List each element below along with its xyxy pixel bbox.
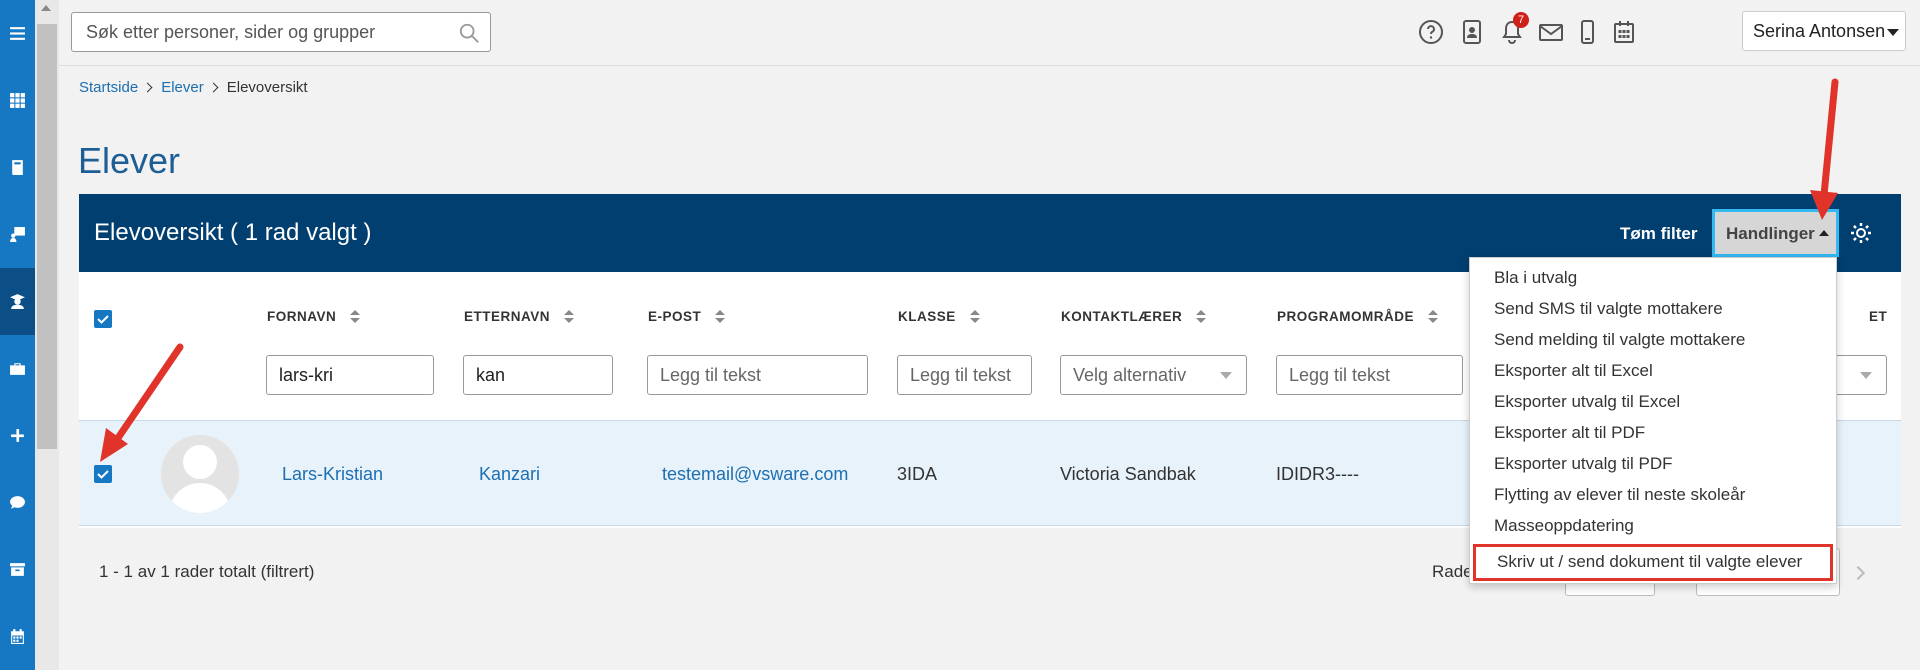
scroll-up-arrow-icon[interactable] xyxy=(41,5,51,11)
contacts-book-icon[interactable] xyxy=(1457,17,1487,47)
apps-grid-icon[interactable] xyxy=(0,67,35,134)
filter-programomrade-input[interactable] xyxy=(1276,355,1463,395)
chevron-right-icon[interactable] xyxy=(1850,565,1866,581)
breadcrumb: Startside Elever Elevoversikt xyxy=(79,79,308,96)
column-header-kontaktlaerer[interactable]: KONTAKTLÆRER xyxy=(1061,309,1207,324)
column-header-klasse[interactable]: KLASSE xyxy=(898,309,980,324)
breadcrumb-separator-icon xyxy=(208,82,219,93)
menu-item-skriv-ut-send-dokument[interactable]: Skriv ut / send dokument til valgte elev… xyxy=(1473,544,1833,581)
actions-dropdown-button[interactable]: Handlinger xyxy=(1712,209,1839,257)
calendar-icon[interactable] xyxy=(1609,17,1639,47)
breadcrumb-link-elever[interactable]: Elever xyxy=(161,79,204,96)
notification-count-badge: 7 xyxy=(1513,12,1529,28)
menu-item-send-melding[interactable]: Send melding til valgte mottakere xyxy=(1470,327,1836,358)
archive-icon[interactable] xyxy=(0,536,35,603)
checkmark-icon xyxy=(97,470,109,479)
sort-icon xyxy=(969,309,980,324)
sort-icon xyxy=(564,309,575,324)
actions-label: Handlinger xyxy=(1726,224,1815,243)
cell-programomrade: IDIDR3---- xyxy=(1276,464,1359,484)
panel-title: Elevoversikt ( 1 rad valgt ) xyxy=(94,219,372,246)
menu-item-flytting-av-elever[interactable]: Flytting av elever til neste skoleår xyxy=(1470,482,1836,513)
menu-item-masseoppdatering[interactable]: Masseoppdatering xyxy=(1470,513,1836,544)
menu-item-eksporter-alt-pdf[interactable]: Eksporter alt til PDF xyxy=(1470,420,1836,451)
column-header-partial[interactable]: ET xyxy=(1869,309,1887,324)
column-header-fornavn[interactable]: FORNAVN xyxy=(267,309,361,324)
chevron-down-icon xyxy=(1887,29,1899,36)
column-header-epost[interactable]: E-POST xyxy=(648,309,726,324)
left-sidebar xyxy=(0,0,35,670)
student-icon[interactable] xyxy=(0,268,35,335)
calendar-icon[interactable] xyxy=(0,603,35,670)
page-title: Elever xyxy=(78,140,181,181)
filter-epost-input[interactable] xyxy=(647,355,868,395)
pagination-info: 1 - 1 av 1 rader totalt (filtrert) xyxy=(99,562,315,581)
search-input[interactable] xyxy=(72,13,442,51)
chevron-down-icon xyxy=(1220,372,1232,379)
chat-icon[interactable] xyxy=(0,469,35,536)
search-icon[interactable] xyxy=(458,22,480,44)
chevron-down-icon xyxy=(1860,372,1872,379)
menu-item-bla-i-utvalg[interactable]: Bla i utvalg xyxy=(1470,265,1836,296)
sort-icon xyxy=(715,309,726,324)
sort-icon xyxy=(1196,309,1207,324)
column-header-etternavn[interactable]: ETTERNAVN xyxy=(464,309,575,324)
column-header-programomrade[interactable]: PROGRAMOMRÅDE xyxy=(1277,309,1438,324)
cell-kontaktlaerer: Victoria Sandbak xyxy=(1060,464,1196,484)
menu-item-eksporter-alt-excel[interactable]: Eksporter alt til Excel xyxy=(1470,358,1836,389)
global-search xyxy=(71,12,491,52)
cell-klasse: 3IDA xyxy=(897,464,938,484)
cell-fornavn[interactable]: Lars-Kristian xyxy=(282,464,383,485)
help-icon[interactable] xyxy=(1416,17,1446,47)
filter-kontaktlaerer-select[interactable]: Velg alternativ xyxy=(1060,355,1247,395)
briefcase-icon[interactable] xyxy=(0,335,35,402)
user-menu-button[interactable]: Serina Antonsen xyxy=(1742,11,1906,51)
filter-klasse-input[interactable] xyxy=(897,355,1032,395)
cell-etternavn[interactable]: Kanzari xyxy=(479,464,540,485)
avatar xyxy=(161,435,239,513)
mobile-phone-icon[interactable] xyxy=(1572,17,1602,47)
book-icon[interactable] xyxy=(0,134,35,201)
gear-icon[interactable] xyxy=(1849,221,1873,245)
filter-etternavn-input[interactable] xyxy=(463,355,613,395)
select-all-checkbox[interactable] xyxy=(94,310,112,328)
clear-filter-button[interactable]: Tøm filter xyxy=(1620,224,1697,244)
sort-icon xyxy=(1428,309,1438,324)
top-bar: 7 Serina Antonsen xyxy=(59,0,1920,66)
plus-icon[interactable] xyxy=(0,402,35,469)
breadcrumb-current: Elevoversikt xyxy=(226,79,308,96)
notifications-bell-icon[interactable]: 7 xyxy=(1497,12,1529,47)
scroll-thumb[interactable] xyxy=(37,24,57,449)
sort-icon xyxy=(350,309,361,324)
checkmark-icon xyxy=(97,315,109,324)
row-select-checkbox[interactable] xyxy=(94,465,112,483)
menu-icon[interactable] xyxy=(0,0,35,67)
menu-item-eksporter-utvalg-pdf[interactable]: Eksporter utvalg til PDF xyxy=(1470,451,1836,482)
chevron-up-icon xyxy=(1819,230,1829,236)
filter-fornavn-input[interactable] xyxy=(266,355,434,395)
rows-per-page-label: Rade xyxy=(1432,562,1473,581)
breadcrumb-separator-icon xyxy=(142,82,153,93)
teacher-board-icon[interactable] xyxy=(0,201,35,268)
breadcrumb-link-startside[interactable]: Startside xyxy=(79,79,138,96)
mail-icon[interactable] xyxy=(1536,17,1566,47)
page-scrollbar[interactable] xyxy=(35,0,59,670)
menu-item-send-sms[interactable]: Send SMS til valgte mottakere xyxy=(1470,296,1836,327)
cell-epost[interactable]: testemail@vsware.com xyxy=(662,464,848,485)
menu-item-eksporter-utvalg-excel[interactable]: Eksporter utvalg til Excel xyxy=(1470,389,1836,420)
actions-menu: Bla i utvalg Send SMS til valgte mottake… xyxy=(1469,257,1837,584)
user-name: Serina Antonsen xyxy=(1753,21,1886,41)
